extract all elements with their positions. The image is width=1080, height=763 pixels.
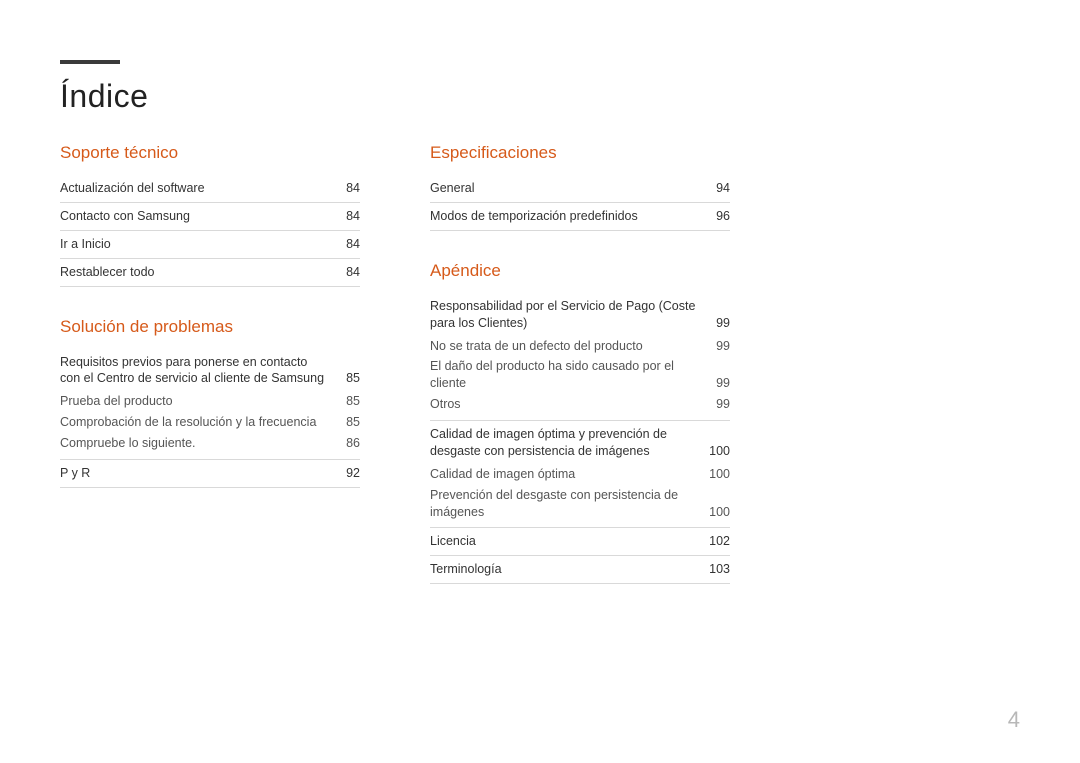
toc-entry-group: P y R92 <box>60 460 360 488</box>
toc-subentry-page: 86 <box>336 435 360 452</box>
toc-column-right: EspecificacionesGeneral94Modos de tempor… <box>430 143 730 614</box>
toc-subentry-label: El daño del producto ha sido causado por… <box>430 358 706 392</box>
toc-entry-page: 100 <box>706 443 730 460</box>
toc-columns: Soporte técnico Actualización del softwar… <box>60 143 1020 614</box>
toc-entry-page: 94 <box>706 180 730 197</box>
toc-entry-page: 96 <box>706 208 730 225</box>
toc-entry-label: Actualización del software <box>60 180 336 197</box>
toc-entry-group: Restablecer todo84 <box>60 259 360 287</box>
toc-entry-page: 103 <box>706 561 730 578</box>
toc-entry-page: 84 <box>336 180 360 197</box>
toc-subentry[interactable]: Prevención del desgaste con persistencia… <box>430 486 730 524</box>
toc-entry-group: Responsabilidad por el Servicio de Pago … <box>430 293 730 421</box>
toc-entry-label: Calidad de imagen óptima y prevención de… <box>430 426 706 460</box>
toc-entry-group: Calidad de imagen óptima y prevención de… <box>430 421 730 528</box>
toc-entry-label: Terminología <box>430 561 706 578</box>
toc-entry-group: Ir a Inicio84 <box>60 231 360 259</box>
toc-entry-group: General94 <box>430 175 730 203</box>
toc-entry-page: 102 <box>706 533 730 550</box>
toc-entry[interactable]: P y R92 <box>60 460 360 488</box>
toc-entry-group: Terminología103 <box>430 556 730 584</box>
toc-entry-group: Contacto con Samsung84 <box>60 203 360 231</box>
toc-entry-label: Ir a Inicio <box>60 236 336 253</box>
toc-entry[interactable]: Actualización del software84 <box>60 175 360 203</box>
toc-entry-group: Requisitos previos para ponerse en conta… <box>60 349 360 460</box>
toc-entry-page: 84 <box>336 264 360 281</box>
toc-entry[interactable]: Ir a Inicio84 <box>60 231 360 259</box>
section-heading[interactable]: Especificaciones <box>430 143 730 163</box>
toc-entry-page: 99 <box>706 315 730 332</box>
toc-entry[interactable]: Modos de temporización predefinidos96 <box>430 203 730 231</box>
toc-subentry-label: Calidad de imagen óptima <box>430 466 706 483</box>
toc-subentry-page: 99 <box>706 396 730 413</box>
toc-entry-page: 92 <box>336 465 360 482</box>
toc-subentry[interactable]: Comprobación de la resolución y la frecu… <box>60 413 360 434</box>
toc-subentry[interactable]: No se trata de un defecto del producto99 <box>430 337 730 358</box>
toc-subentry-label: Comprobación de la resolución y la frecu… <box>60 414 336 431</box>
toc-subentry-page: 85 <box>336 393 360 410</box>
toc-subentry-page: 99 <box>706 338 730 355</box>
toc-entry[interactable]: General94 <box>430 175 730 203</box>
toc-entry[interactable]: Requisitos previos para ponerse en conta… <box>60 349 360 393</box>
toc-entry-label: Contacto con Samsung <box>60 208 336 225</box>
toc-entry-page: 84 <box>336 208 360 225</box>
toc-subentry-label: No se trata de un defecto del producto <box>430 338 706 355</box>
toc-subentry-label: Otros <box>430 396 706 413</box>
toc-subentry[interactable]: Compruebe lo siguiente.86 <box>60 434 360 455</box>
toc-entry-label: P y R <box>60 465 336 482</box>
toc-subentry[interactable]: Prueba del producto85 <box>60 392 360 413</box>
toc-section: Apéndice Responsabilidad por el Servicio … <box>430 261 730 584</box>
toc-entry-group: Licencia102 <box>430 528 730 556</box>
toc-entry-label: Licencia <box>430 533 706 550</box>
toc-entry[interactable]: Restablecer todo84 <box>60 259 360 287</box>
toc-section: Soporte técnico Actualización del softwar… <box>60 143 360 287</box>
toc-entry[interactable]: Licencia102 <box>430 528 730 556</box>
toc-entry-label: Restablecer todo <box>60 264 336 281</box>
page-title: Índice <box>60 78 1020 115</box>
toc-entry[interactable]: Contacto con Samsung84 <box>60 203 360 231</box>
toc-entry-group: Actualización del software84 <box>60 175 360 203</box>
toc-subentry[interactable]: Calidad de imagen óptima100 <box>430 465 730 486</box>
toc-subentry-page: 99 <box>706 375 730 392</box>
toc-entry-page: 85 <box>336 370 360 387</box>
toc-entry-label: General <box>430 180 706 197</box>
toc-entry-label: Modos de temporización predefinidos <box>430 208 706 225</box>
toc-column-left: Soporte técnico Actualización del softwar… <box>60 143 360 614</box>
toc-subentry[interactable]: El daño del producto ha sido causado por… <box>430 357 730 395</box>
toc-entry[interactable]: Terminología103 <box>430 556 730 584</box>
toc-section: EspecificacionesGeneral94Modos de tempor… <box>430 143 730 231</box>
toc-page: Índice Soporte técnico Actualización del … <box>0 0 1080 763</box>
section-heading[interactable]: Solución de problemas <box>60 317 360 337</box>
toc-subentry-label: Compruebe lo siguiente. <box>60 435 336 452</box>
toc-subentry-page: 85 <box>336 414 360 431</box>
toc-entry-page: 84 <box>336 236 360 253</box>
toc-entry-label: Responsabilidad por el Servicio de Pago … <box>430 298 706 332</box>
section-heading[interactable]: Apéndice <box>430 261 730 281</box>
section-heading[interactable]: Soporte técnico <box>60 143 360 163</box>
toc-subentry-label: Prueba del producto <box>60 393 336 410</box>
toc-subentry[interactable]: Otros99 <box>430 395 730 416</box>
page-number: 4 <box>1008 707 1020 733</box>
toc-entry-label: Requisitos previos para ponerse en conta… <box>60 354 336 388</box>
title-rule <box>60 60 120 64</box>
toc-subentry-label: Prevención del desgaste con persistencia… <box>430 487 706 521</box>
toc-entry-group: Modos de temporización predefinidos96 <box>430 203 730 231</box>
toc-entry[interactable]: Responsabilidad por el Servicio de Pago … <box>430 293 730 337</box>
toc-subentry-page: 100 <box>706 466 730 483</box>
toc-entry[interactable]: Calidad de imagen óptima y prevención de… <box>430 421 730 465</box>
toc-section: Solución de problemas Requisitos previos … <box>60 317 360 488</box>
toc-subentry-page: 100 <box>706 504 730 521</box>
